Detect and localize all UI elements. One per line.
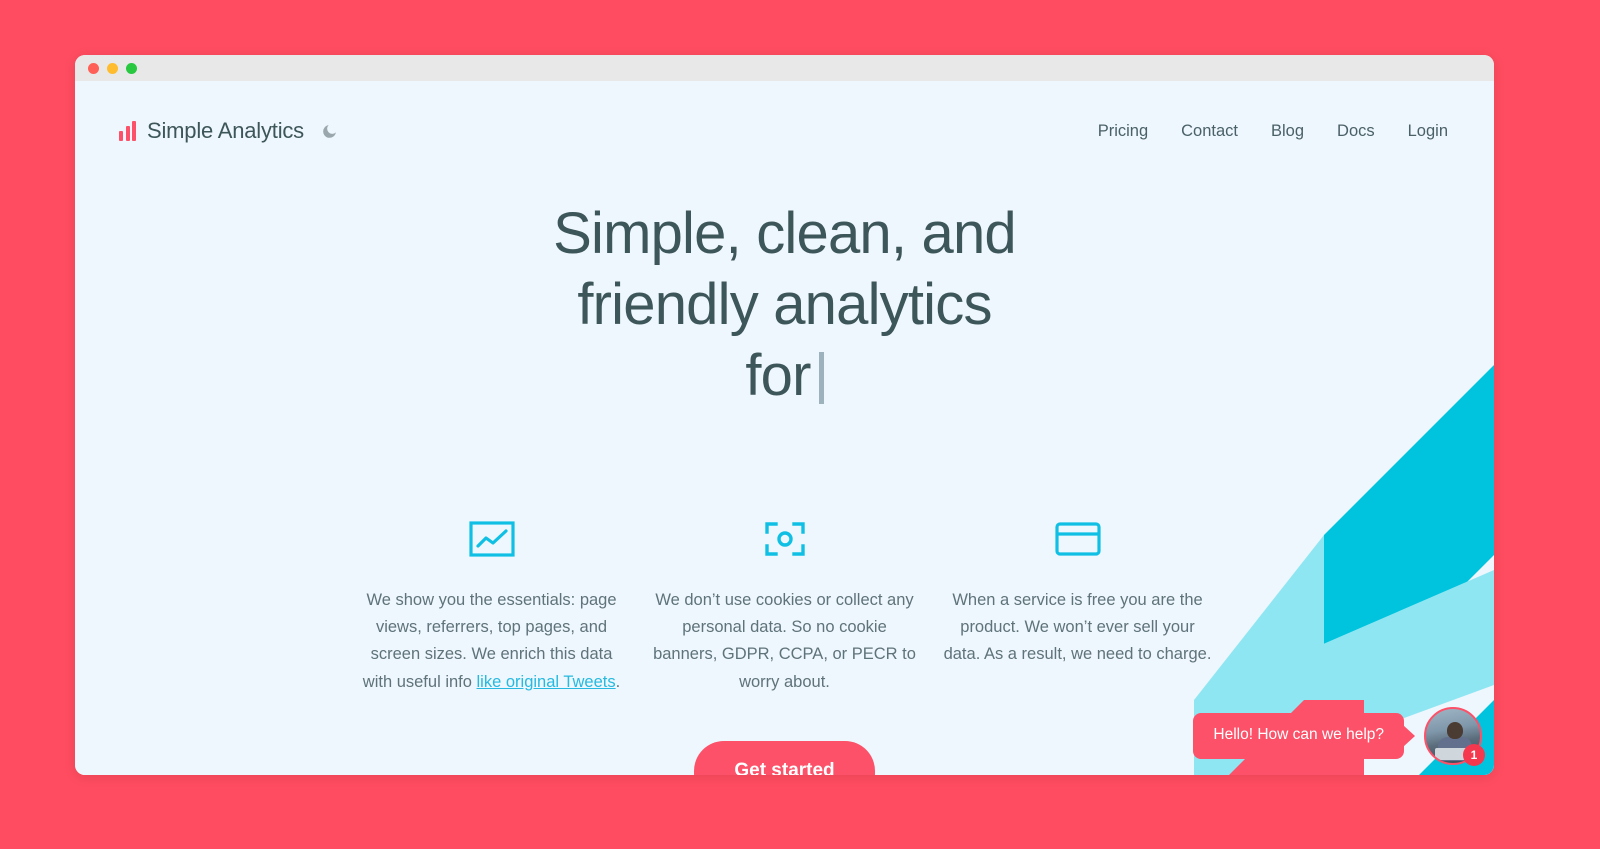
nav-link-pricing[interactable]: Pricing bbox=[1098, 122, 1148, 141]
maximize-icon[interactable] bbox=[126, 62, 137, 74]
page-title: Simple, clean, and friendly analytics fo… bbox=[505, 199, 1065, 411]
hero-line-2: friendly analytics bbox=[577, 271, 992, 337]
feature-text-after: . bbox=[615, 672, 621, 691]
credit-card-icon bbox=[943, 511, 1212, 567]
browser-titlebar bbox=[75, 55, 1494, 81]
nav-link-docs[interactable]: Docs bbox=[1337, 122, 1375, 141]
hero-line-1: Simple, clean, and bbox=[553, 201, 1017, 266]
moon-icon[interactable] bbox=[321, 123, 338, 140]
unread-badge: 1 bbox=[1463, 744, 1485, 766]
feature-item: When a service is free you are the produ… bbox=[931, 511, 1224, 696]
feature-item: We show you the essentials: page views, … bbox=[345, 511, 638, 696]
bar-chart-icon bbox=[119, 121, 136, 141]
main-navigation: Pricing Contact Blog Docs Login bbox=[1098, 122, 1448, 141]
nav-link-contact[interactable]: Contact bbox=[1181, 122, 1238, 141]
typing-caret bbox=[818, 351, 824, 404]
minimize-icon[interactable] bbox=[107, 62, 118, 74]
feature-item: We don’t use cookies or collect any pers… bbox=[638, 511, 931, 696]
get-started-button[interactable]: Get started bbox=[694, 741, 875, 775]
feature-text: We show you the essentials: page views, … bbox=[357, 587, 626, 696]
site-header: Simple Analytics Pricing Contact Blog Do… bbox=[75, 81, 1494, 181]
nav-link-login[interactable]: Login bbox=[1408, 122, 1448, 141]
line-chart-icon bbox=[357, 511, 626, 567]
close-icon[interactable] bbox=[88, 62, 99, 74]
feature-text: We don’t use cookies or collect any pers… bbox=[650, 587, 919, 696]
feature-text: When a service is free you are the produ… bbox=[943, 587, 1212, 669]
brand-logo[interactable]: Simple Analytics bbox=[119, 118, 338, 144]
feature-text-before: When a service is free you are the produ… bbox=[943, 591, 1212, 664]
browser-window: Simple Analytics Pricing Contact Blog Do… bbox=[75, 55, 1494, 775]
brand-name: Simple Analytics bbox=[147, 118, 304, 143]
chat-widget[interactable]: Hello! How can we help? 1 bbox=[1193, 707, 1485, 766]
feature-columns: We show you the essentials: page views, … bbox=[75, 511, 1494, 696]
hero-line-3: for bbox=[745, 342, 811, 408]
avatar-head bbox=[1447, 722, 1463, 739]
feature-text-before: We don’t use cookies or collect any pers… bbox=[653, 591, 916, 691]
page-viewport: Simple Analytics Pricing Contact Blog Do… bbox=[75, 81, 1494, 775]
focus-target-icon bbox=[650, 511, 919, 567]
nav-link-blog[interactable]: Blog bbox=[1271, 122, 1304, 141]
chat-message-bubble[interactable]: Hello! How can we help? bbox=[1193, 713, 1404, 759]
like-original-tweets-link[interactable]: like original Tweets bbox=[477, 673, 616, 691]
hero-section: Simple, clean, and friendly analytics fo… bbox=[75, 199, 1494, 411]
